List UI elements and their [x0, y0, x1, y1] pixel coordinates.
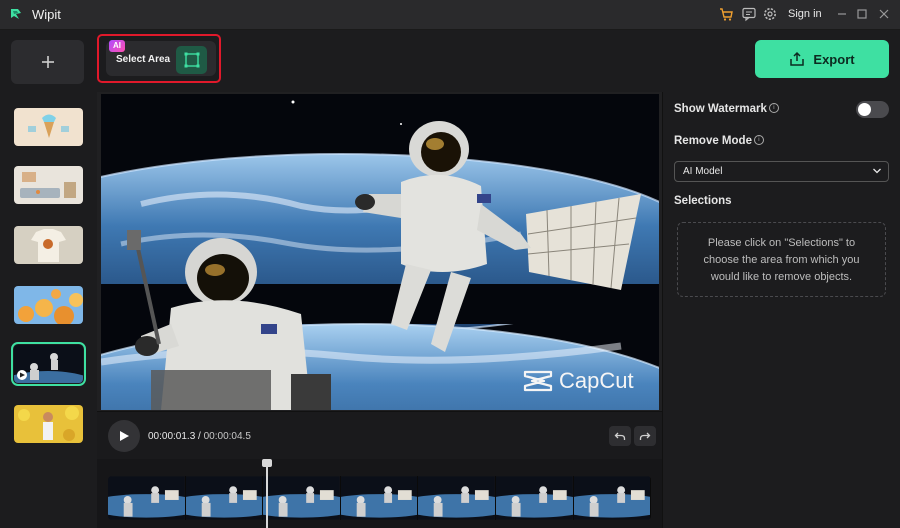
- plus-icon: [41, 56, 54, 68]
- current-time: 00:00:01.3: [148, 431, 196, 442]
- remove-mode-value: AI Model: [683, 166, 723, 177]
- maximize-icon[interactable]: [853, 5, 871, 23]
- video-preview[interactable]: [101, 94, 659, 410]
- app-title: Wipit: [32, 7, 61, 22]
- ai-badge: AI: [109, 40, 125, 52]
- info-icon[interactable]: i: [753, 135, 764, 145]
- redo-button[interactable]: [634, 426, 656, 446]
- media-panel: [0, 30, 97, 528]
- filmstrip-frame: [573, 476, 651, 520]
- thumbnail-astronauts[interactable]: [11, 342, 86, 386]
- orange-flowers-image: [14, 286, 83, 324]
- playhead-line[interactable]: [266, 459, 268, 528]
- thumbnail-orange-flowers[interactable]: [14, 286, 83, 324]
- video-filmstrip[interactable]: [108, 476, 651, 520]
- export-label: Export: [813, 51, 855, 67]
- undo-button[interactable]: [609, 426, 631, 446]
- filmstrip-frame: [495, 476, 574, 520]
- filmstrip-frame: [185, 476, 264, 520]
- minimize-icon[interactable]: [833, 5, 851, 23]
- thumbnail-sunflower-girl[interactable]: [14, 405, 83, 443]
- astronauts-image: [14, 345, 83, 383]
- chevron-down-icon: [873, 168, 881, 174]
- capcut-logo-icon: [523, 370, 553, 392]
- selections-hint: Please click on "Selections" to choose t…: [703, 237, 860, 283]
- export-button[interactable]: Export: [755, 40, 889, 78]
- select-area-icon-button[interactable]: [176, 46, 207, 74]
- selections-label: Selections: [674, 195, 732, 207]
- filmstrip-frame: [340, 476, 419, 520]
- astronauts-video-frame: [101, 94, 659, 410]
- total-time: 00:00:04.5: [203, 431, 251, 442]
- redo-icon: [639, 432, 651, 440]
- remove-mode-label: Remove Mode: [674, 135, 752, 147]
- thumbnail-t-shirt[interactable]: [14, 226, 83, 264]
- feedback-icon[interactable]: [741, 6, 757, 22]
- remove-mode-row: Remove Mode i: [674, 135, 764, 147]
- time-display: 00:00:01.3 / 00:00:04.5: [148, 431, 251, 442]
- capcut-watermark: CapCut: [522, 368, 634, 394]
- t-shirt-image: [14, 226, 83, 264]
- playhead-handle[interactable]: [262, 459, 272, 467]
- export-icon: [790, 51, 805, 66]
- filmstrip-frame: [108, 476, 186, 520]
- show-watermark-row: Show Watermark i: [674, 103, 779, 115]
- remove-mode-select[interactable]: AI Model: [674, 161, 889, 182]
- thumbnail-living-room[interactable]: [14, 166, 83, 204]
- play-icon: [120, 431, 129, 441]
- filmstrip-frame: [418, 476, 496, 520]
- close-icon[interactable]: [875, 5, 893, 23]
- settings-panel: [662, 92, 900, 528]
- ice-cream-image: [14, 108, 83, 146]
- sunflower-girl-image: [14, 405, 83, 443]
- filmstrip-frame: [263, 476, 341, 520]
- thumbnail-ice-cream[interactable]: [14, 108, 83, 146]
- selections-area[interactable]: Please click on "Selections" to choose t…: [677, 222, 886, 297]
- selection-frame-icon: [184, 52, 199, 68]
- watermark-toggle-knob: [858, 103, 871, 116]
- select-area-label: Select Area: [116, 54, 171, 65]
- show-watermark-label: Show Watermark: [674, 103, 767, 115]
- sign-in-link[interactable]: Sign in: [788, 8, 822, 20]
- living-room-image: [14, 166, 83, 204]
- info-icon[interactable]: i: [768, 103, 779, 113]
- time-separator: /: [198, 431, 201, 442]
- cart-icon[interactable]: [718, 6, 734, 22]
- add-media-button[interactable]: [11, 40, 84, 84]
- capcut-watermark-text: CapCut: [559, 368, 634, 393]
- undo-icon: [614, 432, 626, 440]
- play-button[interactable]: [108, 420, 140, 452]
- settings-icon[interactable]: [762, 6, 778, 22]
- app-logo-icon: [11, 9, 21, 19]
